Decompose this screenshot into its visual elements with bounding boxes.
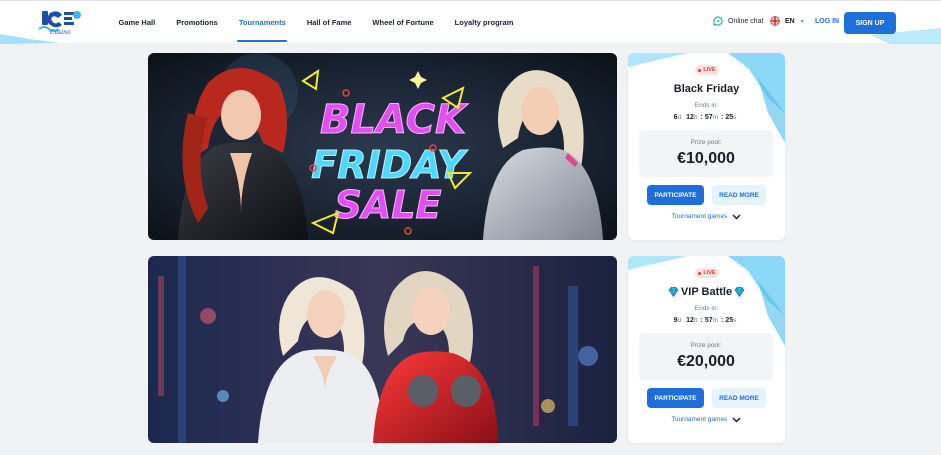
nav-promotions[interactable]: Promotions [166,1,229,44]
uk-flag-icon [770,16,780,26]
banner-text-line: FRIDAY [311,143,468,187]
language-selector[interactable]: EN ▾ [770,16,804,26]
tournament-banner-black-friday[interactable]: BLACK FRIDAY SALE [148,53,617,240]
prize-pool-label: Prize pool: [690,139,722,146]
countdown-days-unit: d [677,114,682,121]
banner-image-vip-battle [148,256,617,443]
countdown-seconds-unit: s [733,317,737,324]
ends-in-label: Ends in: [694,102,719,109]
countdown-hours-unit: h [693,317,698,324]
login-button[interactable]: LOG IN [815,18,839,25]
countdown-minutes: 57 [704,114,713,121]
nav-tournaments[interactable]: Tournaments [228,1,296,44]
prize-pool-box: Prize pool: €20,000 [639,333,773,380]
tournament-card-vip-battle: LIVE VIP Battle Ends in: 9d 12h: 57m: 25… [628,256,785,443]
diamond-icon [734,287,745,297]
tournament-banner-vip-battle[interactable] [148,256,617,443]
countdown-hours: 12 [686,317,694,324]
site-header: Casino Game Hall Promotions Tournaments … [0,0,941,44]
tournament-title-text: VIP Battle [680,286,733,298]
prize-pool-value: €20,000 [677,353,735,370]
prize-pool-label: Prize pool: [690,342,722,349]
chat-icon [713,16,723,26]
countdown-days-unit: d [677,317,682,324]
diamond-icon [668,287,679,297]
countdown-seconds-unit: s [733,114,737,121]
countdown-hours: 12 [686,114,694,121]
online-chat-link[interactable]: Online chat [713,16,763,26]
casino-logo[interactable]: Casino [36,9,84,37]
prize-pool-box: Prize pool: €10,000 [639,130,773,177]
countdown-days: 6 [673,114,678,121]
signup-button[interactable]: SIGN UP [844,12,896,34]
nav-game-hall[interactable]: Game Hall [108,1,166,44]
chevron-down-icon: ▾ [800,18,804,25]
ends-in-label: Ends in: [694,305,719,312]
live-badge: LIVE [695,65,719,75]
nav-loyalty-program[interactable]: Loyalty program [444,1,524,44]
live-badge-label: LIVE [703,67,716,73]
tournament-games-label: Tournament games [671,416,728,423]
read-more-button[interactable]: READ MORE [712,185,766,205]
language-label: EN [785,17,795,25]
live-badge-label: LIVE [703,270,716,276]
tournament-games-link[interactable]: Tournament games [628,416,785,423]
logo-icon: Casino [38,11,81,36]
tournament-title: VIP Battle [628,286,785,298]
countdown-days: 9 [673,317,678,324]
banner-text-line: SALE [335,183,442,227]
banner-text-line: BLACK [320,97,469,143]
countdown-timer: 6d 12h: 57m: 25s [673,114,737,121]
banner-image-black-friday: BLACK FRIDAY SALE [148,53,617,240]
chevron-down-icon [732,416,741,423]
tournament-title-text: Black Friday [673,83,740,95]
prize-pool-value: €10,000 [677,150,735,167]
tournament-card-black-friday: LIVE Black Friday Ends in: 6d 12h: 57m: … [628,53,785,240]
countdown-seconds: 25 [725,114,734,121]
online-chat-label: Online chat [728,17,764,25]
countdown-timer: 9d 12h: 57m: 25s [673,317,737,324]
main-nav: Game Hall Promotions Tournaments Hall of… [108,1,524,44]
svg-text:Casino: Casino [50,29,71,36]
participate-button[interactable]: PARTICIPATE [647,388,704,408]
countdown-minutes-unit: m [712,317,719,324]
live-badge: LIVE [695,268,719,278]
countdown-minutes: 57 [704,317,713,324]
nav-hall-of-fame[interactable]: Hall of Fame [296,1,362,44]
countdown-minutes-unit: m [712,114,719,121]
countdown-seconds: 25 [725,317,734,324]
nav-wheel-of-fortune[interactable]: Wheel of Fortune [362,1,444,44]
participate-button[interactable]: PARTICIPATE [647,185,704,205]
tournament-title: Black Friday [628,83,785,95]
tournament-games-link[interactable]: Tournament games [628,213,785,220]
chevron-down-icon [732,213,741,220]
countdown-hours-unit: h [693,114,698,121]
read-more-button[interactable]: READ MORE [712,388,766,408]
tournament-games-label: Tournament games [671,213,728,220]
